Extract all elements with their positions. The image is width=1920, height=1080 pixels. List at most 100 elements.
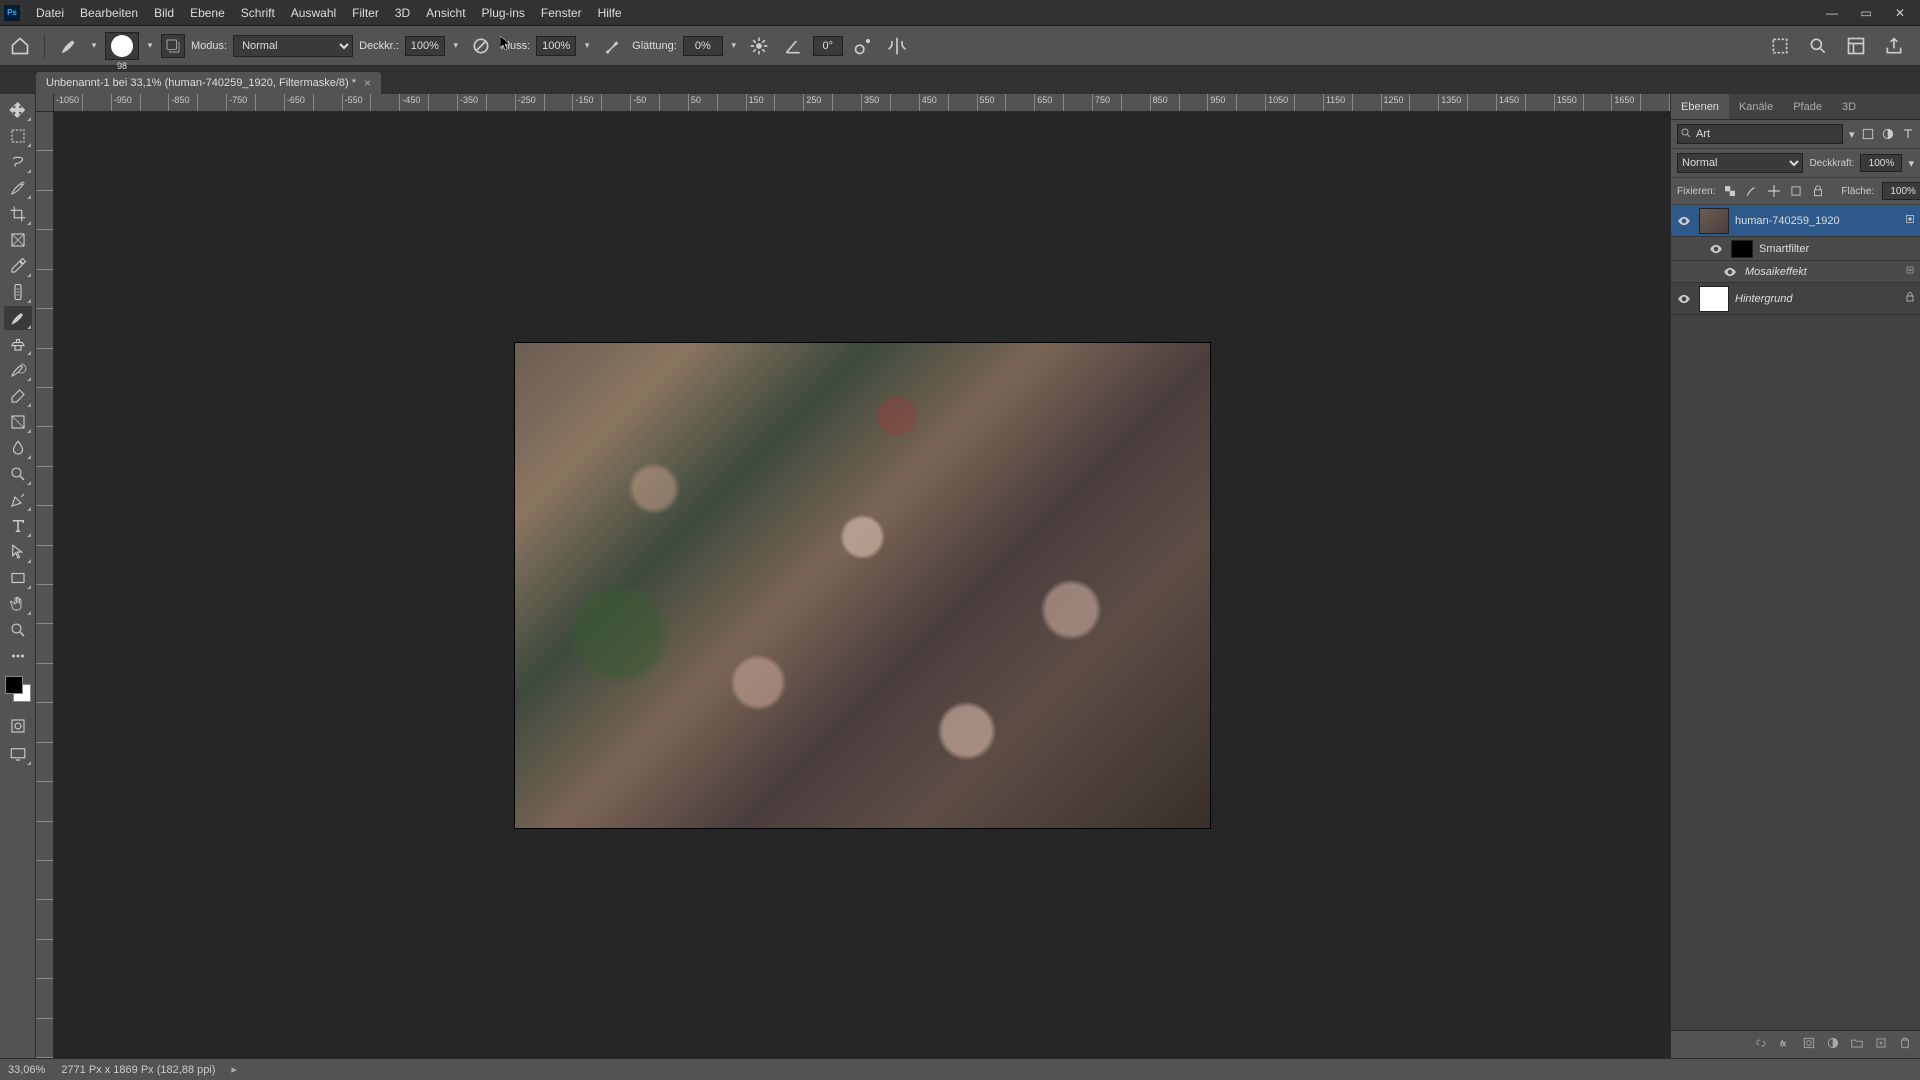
brush-picker-dropdown[interactable]: ▾ [145, 40, 155, 51]
ruler-horizontal[interactable]: -1050-950-850-750-650-550-450-350-250-15… [54, 94, 1670, 112]
select-subject-icon[interactable] [1766, 32, 1794, 60]
layer-style-icon[interactable]: fx [1778, 1036, 1792, 1053]
menu-ebene[interactable]: Ebene [182, 6, 233, 20]
share-icon[interactable] [1880, 32, 1908, 60]
layer-mask-icon[interactable] [1802, 1036, 1816, 1053]
document-tab[interactable]: Unbenannt-1 bei 33,1% (human-740259_1920… [36, 72, 381, 94]
path-select-tool[interactable] [4, 540, 32, 564]
angle-input[interactable] [813, 36, 843, 56]
pressure-size-toggle[interactable] [849, 32, 877, 60]
link-layers-icon[interactable] [1754, 1036, 1768, 1053]
visibility-toggle[interactable] [1707, 240, 1725, 258]
panel-tab-3d[interactable]: 3D [1832, 94, 1866, 119]
tool-preset-dropdown[interactable]: ▾ [89, 40, 99, 51]
minimize-button[interactable]: — [1816, 3, 1848, 23]
layer-filter-input[interactable] [1677, 124, 1843, 144]
flow-dropdown[interactable]: ▾ [582, 40, 592, 51]
group-icon[interactable] [1850, 1036, 1864, 1053]
lasso-tool[interactable] [4, 150, 32, 174]
delete-layer-icon[interactable] [1898, 1036, 1912, 1053]
lock-pixels-icon[interactable] [1745, 184, 1759, 198]
filter-pixel-icon[interactable] [1861, 125, 1875, 143]
foreground-color[interactable] [5, 676, 23, 694]
hand-tool[interactable] [4, 592, 32, 616]
opacity-dropdown[interactable]: ▾ [451, 40, 461, 51]
rectangle-tool[interactable] [4, 566, 32, 590]
filter-visibility-toggle[interactable] [1904, 264, 1916, 279]
menu-3d[interactable]: 3D [387, 6, 418, 20]
visibility-toggle[interactable] [1675, 212, 1693, 230]
menu-datei[interactable]: Datei [28, 6, 72, 20]
canvas-viewport[interactable] [54, 112, 1670, 1058]
crop-tool[interactable] [4, 202, 32, 226]
layer-row[interactable]: Mosaikeffekt [1671, 261, 1920, 283]
blend-mode-select[interactable]: Normal [233, 35, 353, 57]
layer-opacity-input[interactable] [1860, 154, 1902, 172]
lock-position-icon[interactable] [1767, 184, 1781, 198]
symmetry-button[interactable] [883, 32, 911, 60]
menu-schrift[interactable]: Schrift [233, 6, 283, 20]
angle-icon[interactable] [779, 32, 807, 60]
brush-preview[interactable]: 98 [105, 32, 139, 60]
eyedropper-tool[interactable] [4, 254, 32, 278]
visibility-toggle[interactable] [1721, 263, 1739, 281]
brush-panel-toggle[interactable] [161, 34, 185, 58]
zoom-level[interactable]: 33,06% [8, 1064, 45, 1076]
current-tool-icon[interactable] [55, 32, 83, 60]
panel-tab-pfade[interactable]: Pfade [1783, 94, 1832, 119]
quickmask-toggle[interactable] [4, 714, 32, 738]
filter-adjust-icon[interactable] [1881, 125, 1895, 143]
menu-hilfe[interactable]: Hilfe [590, 6, 630, 20]
layer-row[interactable]: Smartfilter [1671, 237, 1920, 261]
color-swatches[interactable] [5, 676, 31, 702]
lock-transparent-icon[interactable] [1723, 184, 1737, 198]
type-tool[interactable] [4, 514, 32, 538]
visibility-toggle[interactable] [1675, 290, 1693, 308]
layer-name[interactable]: human-740259_1920 [1735, 215, 1898, 227]
opacity-input[interactable] [405, 36, 445, 56]
flow-input[interactable] [536, 36, 576, 56]
canvas-image[interactable] [514, 342, 1211, 829]
blur-tool[interactable] [4, 436, 32, 460]
screenmode-toggle[interactable] [4, 742, 32, 766]
ruler-vertical[interactable] [36, 112, 54, 1058]
adjustment-layer-icon[interactable] [1826, 1036, 1840, 1053]
menu-plug-ins[interactable]: Plug-ins [474, 6, 533, 20]
pen-tool[interactable] [4, 488, 32, 512]
frame-tool[interactable] [4, 228, 32, 252]
brush-tool[interactable] [4, 306, 32, 330]
move-tool[interactable] [4, 98, 32, 122]
lock-all-icon[interactable] [1811, 184, 1825, 198]
layer-name[interactable]: Mosaikeffekt [1745, 266, 1898, 278]
layer-thumbnail[interactable] [1731, 240, 1753, 258]
maximize-button[interactable]: ▭ [1850, 3, 1882, 23]
menu-bild[interactable]: Bild [146, 6, 182, 20]
pressure-opacity-toggle[interactable] [467, 32, 495, 60]
status-flyout-icon[interactable]: ▸ [231, 1063, 237, 1076]
clone-stamp-tool[interactable] [4, 332, 32, 356]
layer-filter-dropdown[interactable]: ▾ [1849, 128, 1855, 141]
marquee-tool[interactable] [4, 124, 32, 148]
panel-tab-kanäle[interactable]: Kanäle [1729, 94, 1783, 119]
history-brush-tool[interactable] [4, 358, 32, 382]
home-button[interactable] [6, 32, 34, 60]
healing-tool[interactable] [4, 280, 32, 304]
lock-artboard-icon[interactable] [1789, 184, 1803, 198]
document-info[interactable]: 2771 Px x 1869 Px (182,88 ppi) [61, 1064, 215, 1076]
search-icon[interactable] [1804, 32, 1832, 60]
layer-blend-mode[interactable]: Normal [1677, 153, 1803, 173]
close-tab-icon[interactable]: × [364, 76, 371, 90]
workspace-icon[interactable] [1842, 32, 1870, 60]
layer-name[interactable]: Smartfilter [1759, 243, 1916, 255]
menu-bearbeiten[interactable]: Bearbeiten [72, 6, 146, 20]
panel-tab-ebenen[interactable]: Ebenen [1671, 94, 1729, 119]
gradient-tool[interactable] [4, 410, 32, 434]
airbrush-toggle[interactable] [598, 32, 626, 60]
layer-thumbnail[interactable] [1699, 286, 1729, 312]
ruler-origin[interactable] [36, 94, 54, 112]
fill-input[interactable] [1882, 182, 1920, 200]
smoothing-input[interactable] [683, 36, 723, 56]
smoothing-dropdown[interactable]: ▾ [729, 40, 739, 51]
layer-opacity-dropdown[interactable]: ▾ [1908, 157, 1914, 170]
menu-fenster[interactable]: Fenster [533, 6, 590, 20]
